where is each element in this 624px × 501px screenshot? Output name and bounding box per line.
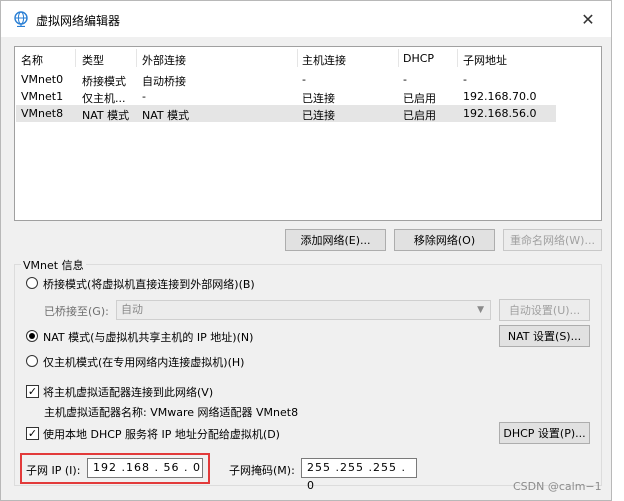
- add-network-button[interactable]: 添加网络(E)...: [285, 229, 386, 251]
- cell-external: NAT 模式: [142, 109, 190, 122]
- cell-dhcp: 已启用: [403, 109, 436, 122]
- network-list-table[interactable]: 名称 类型 外部连接 主机连接 DHCP 子网地址 VMnet0 桥接模式 自动…: [14, 46, 602, 221]
- cell-type: 仅主机...: [82, 92, 126, 105]
- cell-name: VMnet8: [21, 107, 64, 120]
- watermark-text: CSDN @calm−1: [513, 480, 602, 493]
- cell-subnet: 192.168.70.0: [463, 90, 537, 103]
- cell-dhcp: 已启用: [403, 92, 436, 105]
- cell-subnet: 192.168.56.0: [463, 107, 537, 120]
- cell-dhcp: -: [403, 73, 407, 86]
- host-only-mode-radio[interactable]: [26, 355, 38, 367]
- cell-type: 桥接模式: [82, 75, 126, 88]
- rename-network-button[interactable]: 重命名网络(W)...: [503, 229, 602, 251]
- column-header-type[interactable]: 类型: [82, 52, 104, 68]
- window-title: 虚拟网络编辑器: [36, 14, 121, 28]
- column-divider: [297, 49, 298, 67]
- bridged-mode-label[interactable]: 桥接模式(将虚拟机直接连接到外部网络)(B): [43, 276, 255, 292]
- connect-adapter-checkbox[interactable]: ✓: [26, 385, 39, 398]
- subnet-mask-input[interactable]: 255 .255 .255 . 0: [301, 458, 417, 492]
- virtual-network-editor-window: 虚拟网络编辑器 ✕ 名称 类型 外部连接 主机连接 DHCP 子网地址 VMne…: [0, 0, 612, 501]
- nat-mode-label[interactable]: NAT 模式(与虚拟机共享主机的 IP 地址)(N): [43, 329, 253, 345]
- nat-settings-button[interactable]: NAT 设置(S)...: [499, 325, 590, 347]
- dhcp-settings-button[interactable]: DHCP 设置(P)...: [499, 422, 590, 444]
- adapter-name-label: 主机虚拟适配器名称: VMware 网络适配器 VMnet8: [44, 406, 299, 419]
- chevron-down-icon: ▼: [477, 305, 484, 315]
- globe-network-icon: [14, 11, 28, 27]
- nat-mode-radio[interactable]: [26, 330, 38, 342]
- table-row[interactable]: VMnet1 仅主机... - 已连接 已启用 192.168.70.0: [16, 88, 556, 105]
- remove-network-button[interactable]: 移除网络(O): [394, 229, 495, 251]
- cell-type: NAT 模式: [82, 109, 130, 122]
- bridged-to-select[interactable]: 自动 ▼: [116, 300, 491, 320]
- cell-host: 已连接: [302, 92, 335, 105]
- column-header-external[interactable]: 外部连接: [142, 52, 186, 68]
- close-icon: ✕: [581, 9, 595, 29]
- vmnet-info-title: VMnet 信息: [21, 257, 86, 273]
- cell-subnet: -: [463, 73, 467, 86]
- column-divider: [75, 49, 76, 67]
- table-row[interactable]: VMnet0 桥接模式 自动桥接 - - -: [16, 71, 556, 88]
- column-divider: [457, 49, 458, 67]
- dhcp-label[interactable]: 使用本地 DHCP 服务将 IP 地址分配给虚拟机(D): [43, 426, 280, 442]
- dhcp-checkbox[interactable]: ✓: [26, 427, 39, 440]
- column-divider: [398, 49, 399, 67]
- auto-settings-button[interactable]: 自动设置(U)...: [499, 299, 590, 321]
- column-header-dhcp[interactable]: DHCP: [403, 52, 434, 65]
- close-button[interactable]: ✕: [565, 1, 611, 37]
- table-header: 名称 类型 外部连接 主机连接 DHCP 子网地址: [15, 47, 601, 69]
- bridged-to-value: 自动: [121, 303, 143, 316]
- cell-host: -: [302, 73, 306, 86]
- host-only-mode-label[interactable]: 仅主机模式(在专用网络内连接虚拟机)(H): [43, 354, 244, 370]
- title-bar[interactable]: 虚拟网络编辑器 ✕: [1, 1, 611, 37]
- column-header-subnet[interactable]: 子网地址: [463, 52, 507, 68]
- cell-host: 已连接: [302, 109, 335, 122]
- subnet-mask-label: 子网掩码(M):: [229, 464, 295, 477]
- column-header-host[interactable]: 主机连接: [302, 52, 346, 68]
- cell-name: VMnet0: [21, 73, 64, 86]
- subnet-ip-highlight: [20, 453, 210, 484]
- column-header-name[interactable]: 名称: [21, 52, 43, 68]
- column-divider: [136, 49, 137, 67]
- bridged-to-label: 已桥接至(G):: [44, 305, 109, 318]
- cell-external: -: [142, 90, 146, 103]
- cell-external: 自动桥接: [142, 75, 186, 88]
- cell-name: VMnet1: [21, 90, 64, 103]
- bridged-mode-radio[interactable]: [26, 277, 38, 289]
- table-row-selected[interactable]: VMnet8 NAT 模式 NAT 模式 已连接 已启用 192.168.56.…: [16, 105, 556, 122]
- connect-adapter-label[interactable]: 将主机虚拟适配器连接到此网络(V): [43, 384, 213, 400]
